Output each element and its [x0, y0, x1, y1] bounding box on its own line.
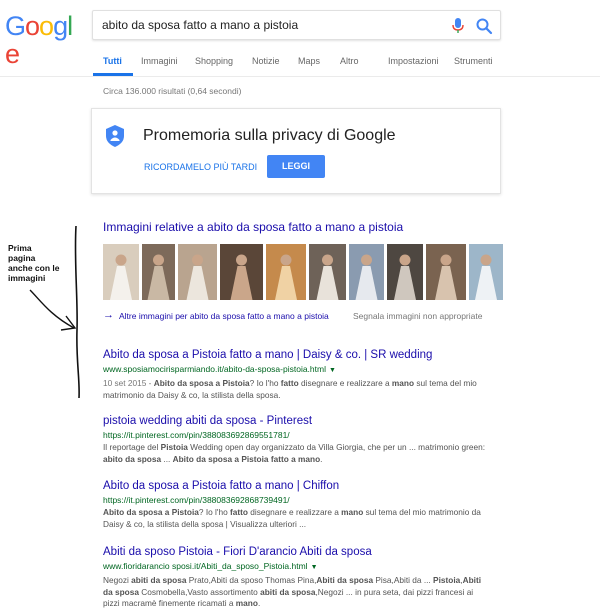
image-thumbnail[interactable] [266, 244, 306, 300]
snippet-line: da sposa Cosmobella,Vasto assortimento a… [103, 586, 474, 597]
annotation-line: Prima [8, 243, 32, 253]
results-stats: Circa 136.000 risultati (0,64 secondi) [103, 86, 242, 96]
logo-letter: o [25, 11, 40, 41]
tab-maps[interactable]: Maps [298, 56, 320, 66]
logo-letter: l [67, 11, 73, 41]
annotation-line: immagini [8, 273, 46, 283]
mic-icon[interactable] [451, 18, 465, 34]
search-icon[interactable] [475, 17, 493, 35]
tab-strumenti[interactable]: Strumenti [454, 56, 493, 66]
result-title[interactable]: Abiti da sposo Pistoia - Fiori D'arancio… [103, 545, 493, 559]
image-thumbnail[interactable] [349, 244, 384, 300]
image-thumbnail[interactable] [387, 244, 423, 300]
snippet-line: abito da sposa ... Abito da sposa a Pist… [103, 453, 323, 464]
annotation-line: pagina [8, 253, 36, 263]
image-thumbnail[interactable] [220, 244, 263, 300]
search-tabs: Tutti Immagini Shopping Notizie Maps Alt… [0, 52, 600, 77]
handwritten-annotation: Prima pagina anche con le immagini [8, 243, 80, 283]
image-thumbnails [103, 244, 503, 300]
more-images-link[interactable]: Altre immagini per abito da sposa fatto … [119, 311, 329, 321]
shield-icon [106, 125, 124, 147]
image-thumbnail[interactable] [469, 244, 503, 300]
result-title[interactable]: pistoia wedding abiti da sposa - Pintere… [103, 414, 493, 428]
active-tab-indicator [93, 73, 133, 76]
result-snippet: 10 set 2015 - Abito da sposa a Pistoia? … [103, 378, 493, 401]
snippet-line: Il reportage del Pistoia Wedding open da… [103, 442, 486, 452]
image-thumbnail[interactable] [178, 244, 217, 300]
tab-immagini[interactable]: Immagini [141, 56, 178, 66]
result-snippet: Abito da sposa a Pistoia? Io l'ho fatto … [103, 507, 493, 530]
logo-letter: G [5, 11, 26, 41]
search-box [92, 10, 501, 40]
snippet-line: pizzi macramè finemente ricamati a mano. [103, 598, 261, 608]
search-input[interactable] [102, 11, 442, 39]
tab-altro[interactable]: Altro [340, 56, 359, 66]
search-result: pistoia wedding abiti da sposa - Pintere… [103, 414, 493, 465]
search-result: Abiti da sposo Pistoia - Fiori D'arancio… [103, 545, 493, 610]
snippet-line: Daisy & co, la stilista della sposa | Vi… [103, 518, 307, 529]
result-title[interactable]: Abito da sposa a Pistoia fatto a mano | … [103, 348, 493, 362]
tab-notizie[interactable]: Notizie [252, 56, 280, 66]
snippet-line: 10 set 2015 - Abito da sposa a Pistoia? … [103, 378, 477, 388]
snippet-line: Negozi abiti da sposa Prato,Abiti da spo… [103, 575, 482, 585]
logo-letter: o [39, 11, 54, 41]
logo-letter: g [53, 11, 68, 41]
privacy-title: Promemoria sulla privacy di Google [143, 127, 396, 144]
google-logo[interactable]: Google [5, 11, 83, 68]
privacy-reminder-card: Promemoria sulla privacy di Google RICOR… [91, 108, 501, 194]
image-thumbnail[interactable] [426, 244, 466, 300]
result-url: www.fioridarancio sposi.it/Abiti_da_spos… [103, 561, 318, 571]
snippet-line: Abito da sposa a Pistoia? Io l'ho fatto … [103, 507, 481, 517]
search-result: Abito da sposa a Pistoia fatto a mano | … [103, 479, 493, 530]
tab-impostazioni[interactable]: Impostazioni [388, 56, 439, 66]
annotation-line: anche con le [8, 263, 60, 273]
image-thumbnail[interactable] [103, 244, 139, 300]
result-snippet: Negozi abiti da sposa Prato,Abiti da spo… [103, 575, 493, 610]
result-snippet: Il reportage del Pistoia Wedding open da… [103, 442, 493, 465]
result-title[interactable]: Abito da sposa a Pistoia fatto a mano | … [103, 479, 493, 493]
result-url: https://it.pinterest.com/pin/38808369286… [103, 495, 290, 505]
tab-shopping[interactable]: Shopping [195, 56, 233, 66]
read-button[interactable]: LEGGI [267, 155, 325, 178]
remind-later-link[interactable]: RICORDAMELO PIÙ TARDI [144, 162, 257, 172]
image-thumbnail[interactable] [309, 244, 346, 300]
snippet-line: matrimonio da Daisy & co, la stilista de… [103, 389, 281, 400]
result-url: https://it.pinterest.com/pin/38808369286… [103, 430, 290, 440]
report-images-link[interactable]: Segnala immagini non appropriate [353, 311, 482, 321]
image-thumbnail[interactable] [142, 244, 175, 300]
result-url: www.sposiamocirisparmiando.it/abito-da-s… [103, 364, 336, 374]
images-heading[interactable]: Immagini relative a abito da sposa fatto… [103, 220, 403, 234]
tab-tutti[interactable]: Tutti [103, 56, 122, 66]
arrow-right-icon: → [103, 309, 114, 321]
search-result: Abito da sposa a Pistoia fatto a mano | … [103, 348, 493, 401]
